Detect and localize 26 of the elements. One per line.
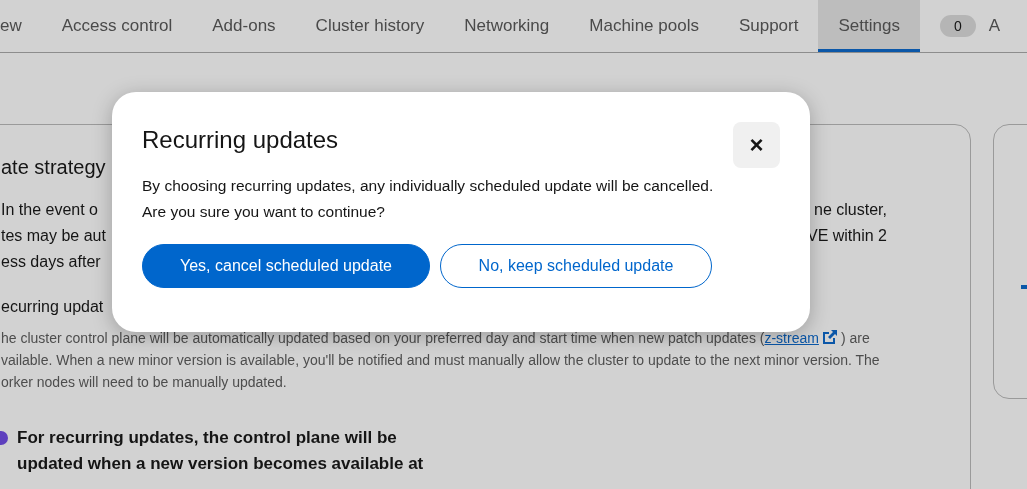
- external-link-icon: [821, 329, 838, 345]
- tab[interactable]: 0 A: [919, 0, 1021, 52]
- modal-message: By choosing recurring updates, any individually scheduled update will be cancelled. Are you sure you want to continue?: [142, 176, 715, 222]
- tab[interactable]: Support: [718, 0, 819, 52]
- section-heading: ate strategy: [1, 155, 107, 180]
- note-text: For recurring updates, the control plane will be updated when a new version becomes available at: [17, 427, 424, 475]
- tab[interactable]: Settings: [818, 0, 920, 52]
- count-badge: 0: [939, 15, 976, 37]
- radio-label: ecurring updat: [1, 297, 105, 317]
- tab[interactable]: Networking: [444, 0, 570, 52]
- body-text: tes may be aut: [1, 226, 106, 246]
- tab[interactable]: ew: [0, 0, 42, 52]
- tab[interactable]: Add-ons: [192, 0, 296, 52]
- body-text: In the event o: [1, 200, 98, 220]
- tab[interactable]: Machine pools: [569, 0, 719, 52]
- close-button[interactable]: ×: [733, 122, 780, 168]
- cancel-button[interactable]: No, keep scheduled update: [440, 244, 712, 288]
- z-stream-link[interactable]: z-stream: [764, 330, 819, 346]
- confirm-button[interactable]: Yes, cancel scheduled update: [142, 244, 430, 288]
- modal-title: Recurring updates: [142, 125, 339, 155]
- body-text: ne cluster,: [814, 200, 887, 220]
- tab[interactable]: Cluster history: [295, 0, 445, 52]
- body-text: ess days after: [1, 252, 101, 272]
- tab[interactable]: Access control: [41, 0, 193, 52]
- link-underline: [1021, 285, 1027, 289]
- tab-label: A: [988, 15, 1001, 38]
